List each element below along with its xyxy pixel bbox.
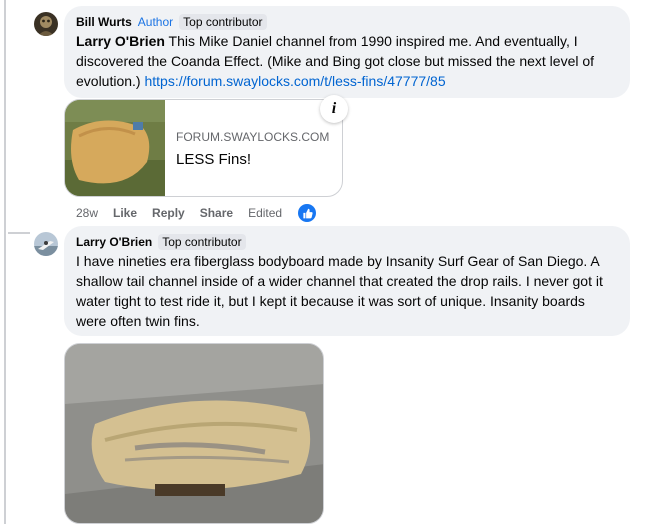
author-name[interactable]: Bill Wurts xyxy=(76,14,132,30)
attached-photo[interactable] xyxy=(64,343,324,524)
mention-link[interactable]: Larry O'Brien xyxy=(76,33,165,49)
top-contributor-badge[interactable]: Top contributor xyxy=(158,234,246,250)
info-icon[interactable]: i xyxy=(320,95,348,123)
author-badge: Author xyxy=(137,15,174,29)
comment-body: I have nineties era fiberglass bodyboard… xyxy=(76,253,603,329)
bodyboard-photo xyxy=(65,344,323,523)
comment-text: Larry O'Brien This Mike Daniel channel f… xyxy=(76,31,618,91)
like-button[interactable]: Like xyxy=(113,206,137,220)
share-button[interactable]: Share xyxy=(200,206,233,220)
url-link[interactable]: https://forum.swaylocks.com/t/less-fins/… xyxy=(144,73,445,89)
avatar-larry-obrien[interactable] xyxy=(34,232,58,256)
avatar-bill-wurts[interactable] xyxy=(34,12,58,36)
thumbs-up-icon[interactable] xyxy=(298,204,317,222)
comment-bubble: Bill Wurts Author Top contributor Larry … xyxy=(64,6,630,98)
link-preview-card[interactable]: FORUM.SWAYLOCKS.COM LESS Fins! xyxy=(64,99,343,197)
author-name[interactable]: Larry O'Brien xyxy=(76,234,152,250)
reply-button[interactable]: Reply xyxy=(152,206,185,220)
comment-actions: 28w Like Reply Share Edited xyxy=(76,204,317,222)
comment-time[interactable]: 28w xyxy=(76,206,98,220)
link-domain: FORUM.SWAYLOCKS.COM xyxy=(176,130,330,144)
top-contributor-badge[interactable]: Top contributor xyxy=(179,14,267,30)
comment-bubble: Larry O'Brien Top contributor I have nin… xyxy=(64,226,630,336)
edited-label: Edited xyxy=(248,206,283,220)
reply-connector xyxy=(8,232,30,234)
link-preview-thumbnail xyxy=(65,100,165,196)
thread-line xyxy=(4,0,6,524)
link-title: LESS Fins! xyxy=(176,151,252,168)
